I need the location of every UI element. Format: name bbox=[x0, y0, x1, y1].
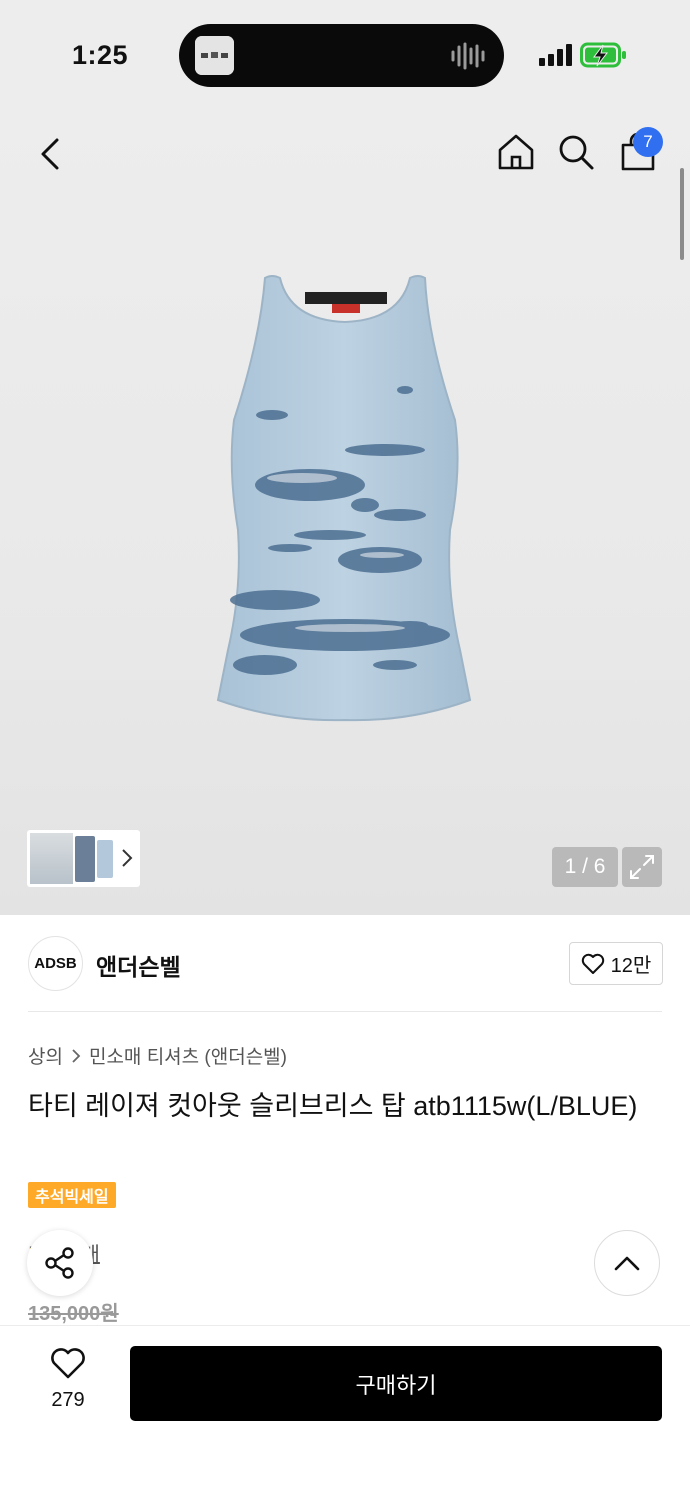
home-icon bbox=[498, 134, 534, 170]
chevron-right-icon[interactable] bbox=[121, 848, 133, 868]
cart-count-badge: 7 bbox=[633, 127, 663, 157]
heart-icon bbox=[581, 953, 604, 974]
home-button[interactable] bbox=[494, 130, 538, 174]
audio-waveform-icon bbox=[451, 42, 485, 70]
share-button[interactable] bbox=[27, 1230, 93, 1296]
chevron-left-icon bbox=[41, 138, 59, 170]
brand-logo[interactable]: ADSB bbox=[28, 936, 83, 991]
original-price: 135,000원 bbox=[28, 1303, 119, 1325]
brand-like-count: 12만 bbox=[610, 955, 652, 977]
thumbnail-model[interactable] bbox=[30, 833, 73, 884]
image-counter: 1 / 6 bbox=[552, 847, 618, 887]
heart-icon bbox=[51, 1348, 85, 1379]
chevron-right-icon bbox=[72, 1048, 81, 1063]
back-button[interactable] bbox=[28, 132, 72, 176]
sale-badge: 추석빅세일 bbox=[28, 1182, 116, 1208]
wishlist-button[interactable]: 279 bbox=[28, 1348, 108, 1412]
thumbnail-back[interactable] bbox=[75, 836, 95, 882]
product-title: 타티 레이져 컷아웃 슬리브리스 탑 atb1115w(L/BLUE) bbox=[28, 1091, 638, 1121]
search-button[interactable] bbox=[554, 130, 598, 174]
chevron-up-icon bbox=[614, 1256, 640, 1271]
battery-charging-icon bbox=[580, 42, 626, 68]
breadcrumb-subcategory[interactable]: 민소매 티셔츠 (앤더슨벨) bbox=[89, 1042, 287, 1069]
brand-name[interactable]: 앤더슨벨 bbox=[96, 948, 181, 982]
breadcrumb: 상의 민소매 티셔츠 (앤더슨벨) bbox=[28, 1042, 287, 1069]
scroll-to-top-button[interactable] bbox=[594, 1230, 660, 1296]
product-image bbox=[216, 275, 472, 722]
now-playing-thumbnail bbox=[195, 36, 234, 75]
share-icon bbox=[45, 1247, 74, 1279]
breadcrumb-category[interactable]: 상의 bbox=[28, 1042, 63, 1069]
wishlist-count: 279 bbox=[51, 1389, 85, 1411]
expand-icon bbox=[630, 855, 654, 879]
bottom-action-bar: 279 구매하기 bbox=[0, 1325, 690, 1501]
expand-image-button[interactable] bbox=[622, 847, 662, 887]
thumbnail-strip[interactable] bbox=[27, 830, 140, 887]
status-bar: 1:25 bbox=[0, 0, 690, 110]
brand-like-button[interactable]: 12만 bbox=[569, 942, 663, 985]
search-icon bbox=[559, 135, 594, 170]
cellular-signal-icon bbox=[539, 44, 572, 66]
buy-button[interactable]: 구매하기 bbox=[130, 1346, 662, 1421]
status-time: 1:25 bbox=[72, 40, 129, 70]
thumbnail-detail[interactable] bbox=[97, 840, 113, 878]
dynamic-island bbox=[179, 24, 504, 87]
divider bbox=[28, 1011, 662, 1012]
product-gallery[interactable]: 7 1 / 6 bbox=[0, 110, 690, 915]
scroll-indicator bbox=[680, 168, 684, 260]
